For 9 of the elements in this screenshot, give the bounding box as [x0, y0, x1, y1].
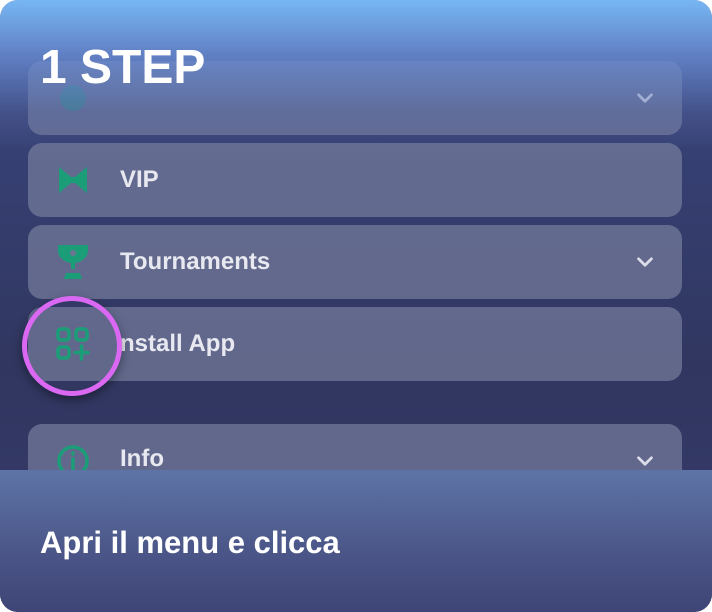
menu-item[interactable]: VIP: [28, 143, 682, 217]
menu-item[interactable]: Info: [28, 424, 682, 471]
menu-item[interactable]: nstall App: [28, 307, 682, 381]
caption-text: Apri il menu e clicca: [40, 524, 340, 562]
step-title: 1 STEP: [40, 40, 206, 96]
menu-item[interactable]: Tournaments: [28, 225, 682, 299]
info-icon: [56, 444, 90, 471]
trophy-icon: [56, 243, 90, 281]
apps-add-icon: [56, 327, 90, 361]
